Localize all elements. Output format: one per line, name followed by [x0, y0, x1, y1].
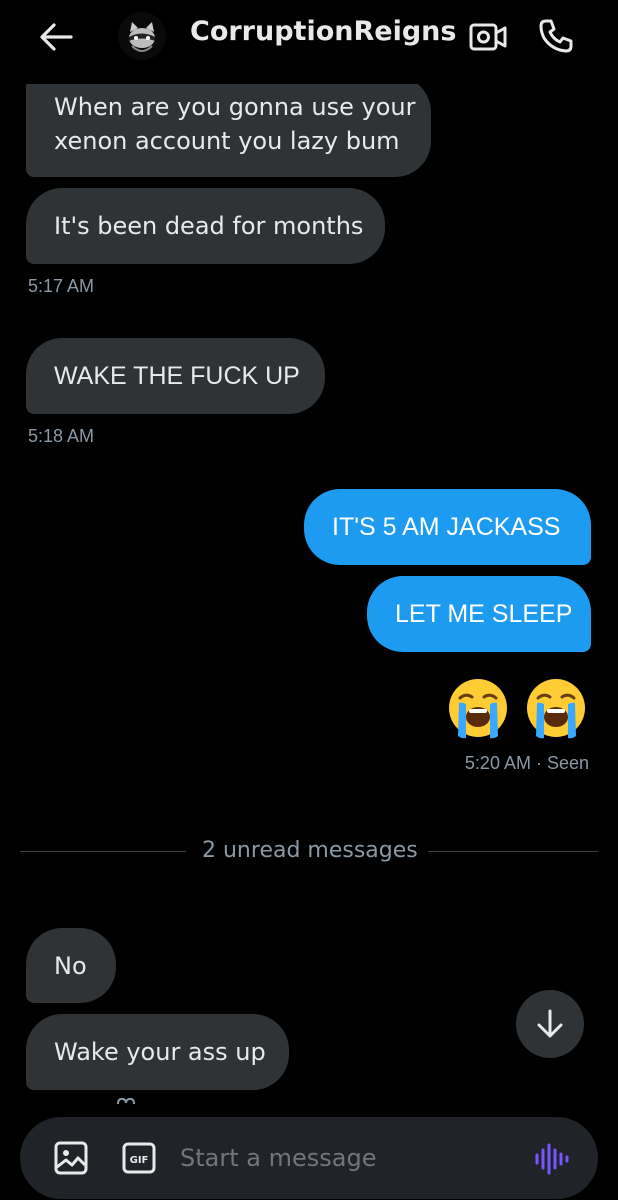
loudly-crying-face-icon: [449, 679, 507, 739]
message-bubble-outgoing[interactable]: LET ME SLEEP: [367, 576, 591, 652]
message-bubble-outgoing[interactable]: IT'S 5 AM JACKASS: [304, 489, 591, 565]
loudly-crying-face-icon: [527, 679, 585, 739]
message-text: LET ME SLEEP: [395, 599, 573, 628]
emoji-message[interactable]: [446, 676, 592, 744]
avatar[interactable]: [118, 12, 166, 60]
voice-message-icon: [535, 1143, 569, 1175]
image-icon: [54, 1141, 88, 1175]
voice-call-button[interactable]: [534, 16, 578, 56]
message-composer: GIF: [20, 1117, 598, 1199]
divider-line: [428, 851, 598, 852]
gif-icon: GIF: [122, 1142, 156, 1174]
divider-line: [20, 851, 186, 852]
arrow-down-icon: [537, 1009, 563, 1038]
message-bubble-incoming[interactable]: No: [26, 928, 116, 1003]
unread-divider: 2 unread messages: [202, 838, 418, 863]
message-text: xenon account you lazy bum: [54, 127, 400, 155]
message-text: IT'S 5 AM JACKASS: [332, 512, 561, 541]
message-bubble-incoming[interactable]: It's been dead for months: [26, 188, 385, 264]
image-button[interactable]: [54, 1141, 88, 1175]
gif-label: GIF: [130, 1155, 149, 1166]
message-text: It's been dead for months: [54, 212, 364, 240]
message-text: When are you gonna use your: [54, 93, 416, 121]
message-text: Wake your ass up: [54, 1038, 266, 1066]
video-call-button[interactable]: [466, 18, 510, 56]
phone-icon: [539, 19, 573, 53]
raccoon-avatar-icon: [118, 12, 166, 60]
timestamp-seen: 5:20 AM · Seen: [464, 753, 589, 773]
gif-button[interactable]: GIF: [122, 1142, 156, 1174]
timestamp: 5:17 AM: [28, 276, 95, 296]
message-text: No: [54, 951, 87, 980]
video-camera-icon: [469, 23, 507, 51]
arrow-left-icon: [40, 23, 73, 51]
message-input[interactable]: [180, 1137, 510, 1179]
timestamp: 5:18 AM: [28, 426, 95, 446]
voice-message-button[interactable]: [532, 1141, 570, 1177]
scroll-to-bottom-button[interactable]: [516, 990, 584, 1058]
message-bubble-incoming[interactable]: WAKE THE FUCK UP: [26, 338, 325, 414]
chat-header: CorruptionReigns: [0, 0, 618, 84]
reaction-heart-icon: [114, 1096, 138, 1104]
back-button[interactable]: [34, 18, 78, 56]
message-bubble-incoming[interactable]: When are you gonna use your xenon accoun…: [26, 76, 431, 177]
contact-name[interactable]: CorruptionReigns: [190, 16, 456, 47]
message-bubble-incoming[interactable]: Wake your ass up: [26, 1014, 289, 1090]
message-text: WAKE THE FUCK UP: [54, 362, 300, 390]
